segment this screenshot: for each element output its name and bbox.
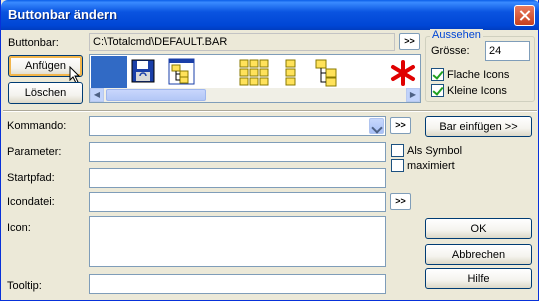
small-icons-label: Kleine Icons	[447, 85, 507, 97]
flat-icons-checkbox[interactable]	[431, 68, 444, 81]
small-icons-checkbox[interactable]	[431, 84, 444, 97]
tooltip-input[interactable]	[89, 274, 386, 294]
section-separator	[3, 110, 537, 112]
flat-icons-label: Flache Icons	[447, 69, 510, 81]
folder-grid-icon[interactable]	[238, 58, 272, 88]
iconfile-label: Icondatei:	[7, 196, 55, 208]
red-asterisk-icon[interactable]	[390, 60, 416, 86]
scroll-right-icon[interactable]: ▶	[406, 88, 420, 102]
chevron-down-icon[interactable]	[369, 118, 384, 134]
as-symbol-checkbox[interactable]	[391, 144, 404, 157]
iconfile-browse-button[interactable]: >>	[390, 193, 411, 210]
cancel-button[interactable]: Abbrechen	[425, 244, 532, 265]
parameter-input[interactable]	[89, 142, 386, 162]
startpath-input[interactable]	[89, 168, 386, 188]
command-browse-button[interactable]: >>	[390, 117, 411, 134]
parameter-label: Parameter:	[7, 146, 62, 158]
icon-list[interactable]	[89, 216, 386, 267]
scroll-thumb[interactable]	[106, 89, 206, 101]
maximized-checkbox[interactable]	[391, 159, 404, 172]
delete-button[interactable]: Löschen	[8, 82, 83, 104]
size-value: 24	[489, 45, 502, 57]
title-bar[interactable]: Buttonbar ändern	[1, 0, 539, 30]
command-label: Kommando:	[7, 120, 67, 132]
buttonbar-browse-button[interactable]: >>	[399, 33, 420, 50]
floppy-disk-icon[interactable]	[130, 58, 158, 86]
selected-slot[interactable]	[91, 56, 127, 88]
size-input[interactable]: 24	[485, 41, 530, 61]
buttonbar-label: Buttonbar:	[8, 37, 59, 49]
ok-button[interactable]: OK	[425, 218, 532, 239]
folder-branch-icon[interactable]	[314, 58, 340, 88]
command-dropdown[interactable]	[89, 116, 386, 136]
appearance-legend: Aussehen	[430, 29, 483, 41]
button-bar-preview[interactable]: ◀ ▶	[89, 54, 421, 103]
scroll-left-icon[interactable]: ◀	[90, 88, 104, 102]
dialog-window: Buttonbar ändern Buttonbar: C:\Totalcmd\…	[0, 0, 539, 301]
folder-stack-icon[interactable]	[283, 58, 299, 88]
startpath-label: Startpfad:	[7, 172, 55, 184]
close-button[interactable]	[514, 5, 535, 26]
tooltip-label: Tooltip:	[7, 280, 42, 292]
iconfile-input[interactable]	[89, 192, 386, 212]
size-label: Grösse:	[431, 45, 470, 57]
as-symbol-label: Als Symbol	[407, 145, 463, 157]
maximized-label: maximiert	[407, 160, 455, 172]
icon-bar-scrollbar[interactable]: ◀ ▶	[90, 88, 420, 102]
help-button[interactable]: Hilfe	[425, 268, 532, 289]
buttonbar-path-field: C:\Totalcmd\DEFAULT.BAR	[89, 33, 395, 51]
folder-tree-icon[interactable]	[168, 58, 196, 86]
icon-label: Icon:	[7, 222, 31, 234]
window-title: Buttonbar ändern	[8, 7, 118, 22]
buttonbar-path-value: C:\Totalcmd\DEFAULT.BAR	[93, 36, 228, 48]
insert-bar-button[interactable]: Bar einfügen >>	[425, 116, 532, 137]
